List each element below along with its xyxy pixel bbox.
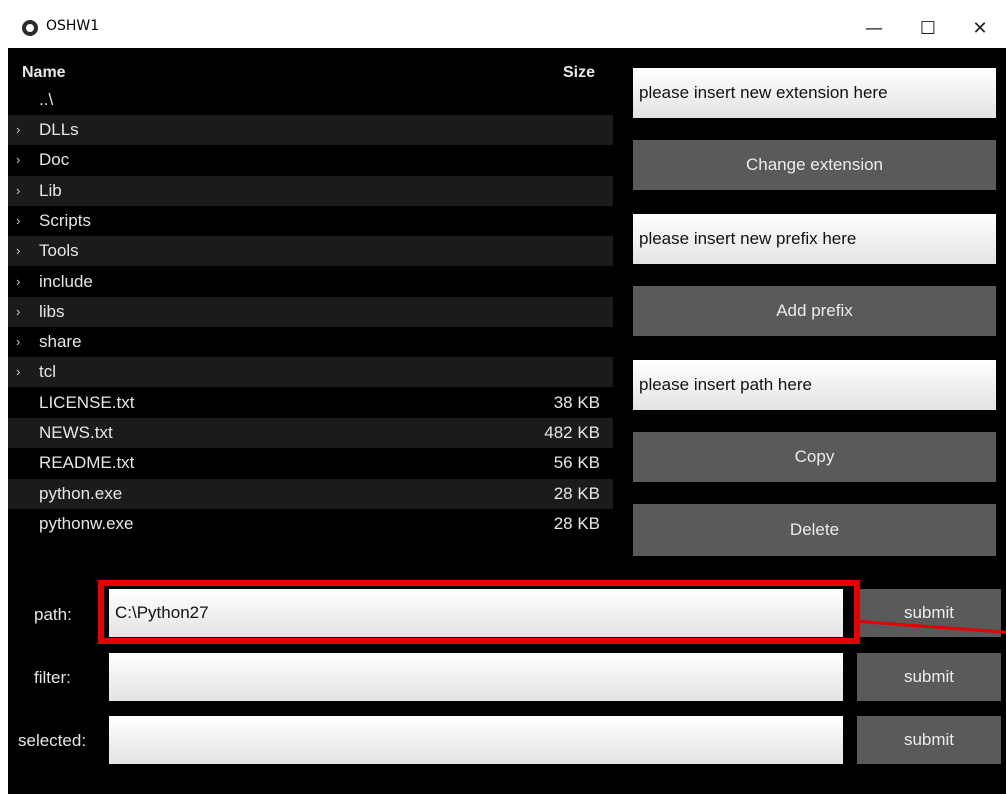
path-label: path: [34, 605, 72, 624]
file-name: tcl [39, 362, 56, 382]
delete-button[interactable]: Delete [633, 504, 996, 556]
folder-row[interactable]: › Doc [8, 145, 613, 175]
app-icon [22, 20, 38, 36]
file-name: LICENSE.txt [39, 392, 135, 412]
file-size: 28 KB [553, 483, 600, 503]
folder-row[interactable]: › Tools [8, 236, 613, 267]
minimize-button[interactable]: — [848, 8, 900, 48]
folder-row[interactable]: › Lib [8, 175, 613, 206]
copy-button[interactable]: Copy [633, 432, 996, 482]
file-size: 28 KB [553, 513, 600, 533]
file-row[interactable]: LICENSE.txt 38 KB [8, 388, 613, 418]
file-name: Lib [39, 180, 62, 200]
folder-row[interactable]: › libs [8, 296, 613, 327]
chevron-right-icon[interactable]: › [16, 274, 20, 289]
chevron-right-icon[interactable]: › [16, 183, 20, 198]
file-name: DLLs [39, 120, 79, 139]
app-window: OSHW1 — ☐ ✕ Name Size ..\ › DLLs › Doc › Lib ›… [0, 0, 1006, 794]
chevron-right-icon[interactable]: › [16, 213, 20, 228]
file-row[interactable]: README.txt 56 KB [8, 448, 613, 478]
file-name: share [39, 332, 82, 352]
close-button[interactable]: ✕ [954, 8, 1006, 48]
file-name: pythonw.exe [39, 513, 134, 533]
file-size: 56 KB [553, 453, 600, 473]
folder-row[interactable]: › share [8, 327, 613, 357]
file-size: 482 KB [544, 423, 600, 442]
filter-label: filter: [34, 668, 71, 687]
window-title: OSHW1 [46, 18, 100, 34]
filter-submit-button[interactable]: submit [857, 653, 1001, 701]
file-size: 38 KB [553, 392, 600, 412]
file-name: Scripts [39, 210, 91, 230]
file-name: NEWS.txt [39, 423, 113, 442]
parent-directory-entry[interactable]: ..\ [39, 90, 53, 110]
selected-label: selected: [18, 731, 87, 750]
copy-path-input[interactable] [633, 360, 996, 410]
maximize-button[interactable]: ☐ [902, 8, 954, 48]
folder-row[interactable]: › include [8, 267, 613, 297]
file-row[interactable]: pythonw.exe 28 KB [8, 509, 613, 539]
file-name: python.exe [39, 483, 123, 503]
extension-input[interactable] [633, 68, 996, 118]
file-row[interactable]: NEWS.txt 482 KB [8, 418, 613, 448]
selected-submit-button[interactable]: submit [857, 716, 1001, 764]
size-column-header[interactable]: Size [563, 64, 595, 82]
app-content: Name Size ..\ › DLLs › Doc › Lib › Scripts › Tool… [8, 48, 1006, 794]
change-extension-button[interactable]: Change extension [633, 140, 996, 190]
name-column-header[interactable]: Name [22, 64, 66, 82]
file-name: Tools [39, 241, 79, 261]
chevron-right-icon[interactable]: › [16, 152, 20, 167]
folder-row[interactable]: › Scripts [8, 206, 613, 236]
title-bar: OSHW1 — ☐ ✕ [0, 8, 1006, 48]
file-row[interactable]: python.exe 28 KB [8, 478, 613, 509]
selected-input[interactable] [109, 716, 843, 764]
add-prefix-button[interactable]: Add prefix [633, 286, 996, 336]
file-name: include [39, 271, 93, 291]
file-name: README.txt [39, 453, 135, 473]
chevron-right-icon[interactable]: › [16, 304, 20, 319]
path-input[interactable] [109, 589, 843, 637]
folder-row[interactable]: › tcl [8, 357, 613, 388]
chevron-right-icon[interactable]: › [16, 334, 20, 349]
file-name: Doc [39, 150, 70, 170]
file-list-view[interactable]: Name Size ..\ › DLLs › Doc › Lib › Scripts › Tool… [8, 48, 613, 538]
filter-input[interactable] [109, 653, 843, 701]
chevron-right-icon[interactable]: › [16, 364, 20, 379]
chevron-right-icon[interactable]: › [16, 243, 20, 258]
file-name: libs [39, 301, 65, 321]
folder-row[interactable]: › DLLs [8, 115, 613, 145]
chevron-right-icon[interactable]: › [16, 122, 20, 137]
prefix-input[interactable] [633, 214, 996, 264]
